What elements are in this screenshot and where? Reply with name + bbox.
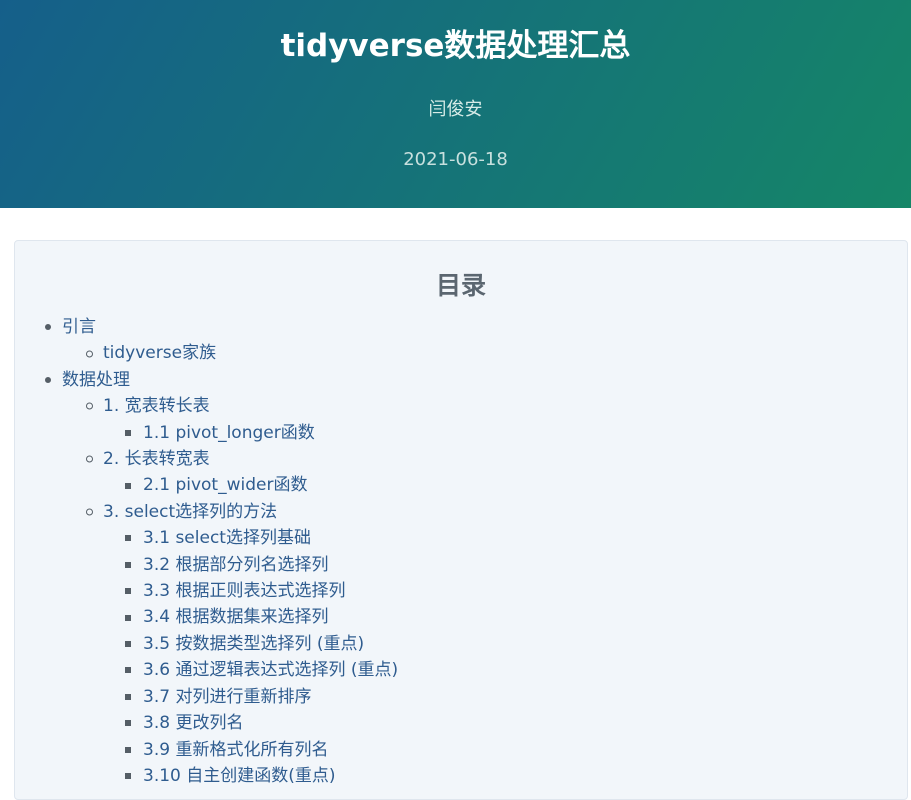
toc-link[interactable]: 引言: [62, 317, 96, 337]
bullet-icon: [125, 773, 131, 780]
bullet-icon: [125, 588, 131, 595]
bullet-icon: [125, 641, 131, 648]
bullet-icon: [125, 720, 131, 727]
toc-link[interactable]: 3.10 自主创建函数(重点): [143, 766, 336, 786]
page-title: tidyverse数据处理汇总: [280, 28, 631, 64]
bullet-icon: [45, 377, 51, 384]
bullet-icon: [86, 508, 93, 516]
bullet-icon: [125, 614, 131, 621]
toc-link[interactable]: 2. 长表转宽表: [103, 449, 210, 469]
bullet-icon: [125, 429, 131, 436]
toc-link[interactable]: 3.8 更改列名: [143, 713, 243, 733]
toc-item-level-3: 1.1 pivot_longer函数: [15, 420, 907, 446]
toc-item-level-2: 2. 长表转宽表: [15, 446, 907, 472]
bullet-icon: [125, 561, 131, 568]
toc-link[interactable]: 3.5 按数据类型选择列 (重点): [143, 634, 364, 654]
toc-item-level-3: 3.10 自主创建函数(重点): [15, 763, 907, 789]
bullet-icon: [86, 455, 93, 463]
toc-link[interactable]: 1.1 pivot_longer函数: [143, 423, 315, 443]
bullet-icon: [45, 324, 51, 331]
toc-link[interactable]: 2.1 pivot_wider函数: [143, 475, 307, 495]
toc-item-level-1: 引言: [15, 314, 907, 340]
toc-item-level-3: 2.1 pivot_wider函数: [15, 472, 907, 498]
toc-link[interactable]: 3.6 通过逻辑表达式选择列 (重点): [143, 660, 398, 680]
bullet-icon: [86, 350, 93, 358]
toc-item-level-3: 3.1 select选择列基础: [15, 525, 907, 551]
toc-item-level-2: 3. select选择列的方法: [15, 499, 907, 525]
toc-item-level-2: 1. 宽表转长表: [15, 393, 907, 419]
toc-item-level-3: 3.2 根据部分列名选择列: [15, 552, 907, 578]
toc-link[interactable]: 数据处理: [62, 370, 130, 390]
toc-link[interactable]: tidyverse家族: [103, 343, 216, 363]
bullet-icon: [125, 667, 131, 674]
page-header: tidyverse数据处理汇总 闫俊安 2021-06-18: [0, 0, 911, 208]
toc-link[interactable]: 3.9 重新格式化所有列名: [143, 740, 328, 760]
toc-link[interactable]: 3.7 对列进行重新排序: [143, 687, 311, 707]
toc-item-level-3: 3.9 重新格式化所有列名: [15, 737, 907, 763]
toc-link[interactable]: 3.3 根据正则表达式选择列: [143, 581, 345, 601]
toc-item-level-3: 3.4 根据数据集来选择列: [15, 604, 907, 630]
bullet-icon: [125, 535, 131, 542]
toc-link[interactable]: 3.1 select选择列基础: [143, 528, 311, 548]
toc-item-level-3: 3.3 根据正则表达式选择列: [15, 578, 907, 604]
toc-list: 引言 tidyverse家族数据处理 1. 宽表转长表 1.1 pivot_longe…: [15, 314, 907, 789]
toc-item-level-3: 3.5 按数据类型选择列 (重点): [15, 631, 907, 657]
toc-link[interactable]: 3.2 根据部分列名选择列: [143, 555, 328, 575]
toc-item-level-3: 3.8 更改列名: [15, 710, 907, 736]
author-name: 闫俊安: [428, 99, 483, 120]
table-of-contents: 目录 引言 tidyverse家族数据处理 1. 宽表转长表 1.1 pivot_lo…: [14, 240, 908, 800]
toc-item-level-3: 3.7 对列进行重新排序: [15, 684, 907, 710]
bullet-icon: [125, 693, 131, 700]
toc-title: 目录: [435, 271, 486, 300]
toc-item-level-3: 3.6 通过逻辑表达式选择列 (重点): [15, 657, 907, 683]
toc-item-level-1: 数据处理: [15, 367, 907, 393]
publish-date: 2021-06-18: [403, 149, 508, 170]
toc-link[interactable]: 3.4 根据数据集来选择列: [143, 607, 328, 627]
bullet-icon: [125, 746, 131, 753]
bullet-icon: [86, 402, 93, 410]
toc-link[interactable]: 1. 宽表转长表: [103, 396, 210, 416]
toc-item-level-2: tidyverse家族: [15, 340, 907, 366]
bullet-icon: [125, 482, 131, 489]
toc-link[interactable]: 3. select选择列的方法: [103, 502, 277, 522]
